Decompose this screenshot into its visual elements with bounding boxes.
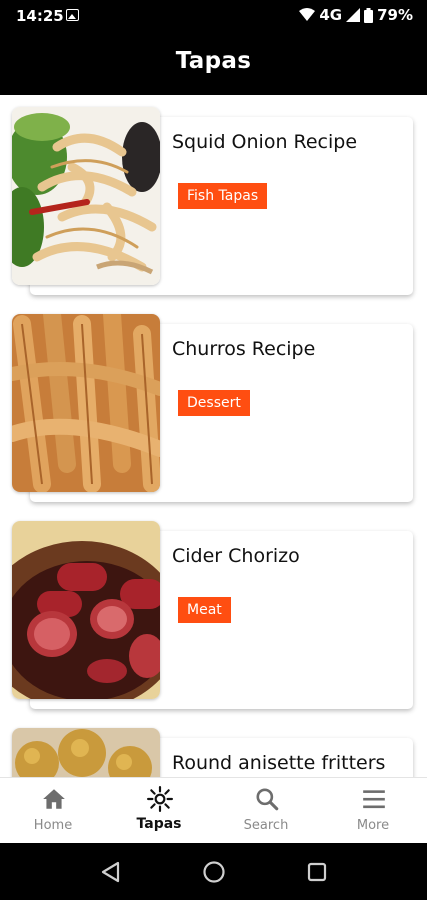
network-type: 4G [319, 6, 343, 24]
battery-level: 79% [377, 6, 413, 24]
recipe-card[interactable]: Round anisette fritters [12, 728, 414, 777]
status-time: 14:25 [16, 7, 64, 25]
nav-home[interactable]: Home [0, 778, 106, 844]
page-title: Tapas [175, 48, 252, 74]
squid-onion-photo[interactable] [12, 107, 160, 285]
nav-label: Tapas [136, 816, 182, 832]
home-icon [43, 789, 65, 809]
nav-label: More [356, 818, 390, 833]
nav-tapas[interactable]: Tapas [106, 778, 212, 844]
recents-icon[interactable] [307, 862, 327, 882]
cider-chorizo-photo[interactable] [12, 521, 160, 699]
tapas-icon [147, 786, 173, 812]
nav-search[interactable]: Search [213, 778, 319, 844]
recipe-card[interactable]: Squid Onion Recipe Fish Tapas [12, 107, 414, 297]
nav-label: Home [33, 818, 73, 833]
system-nav-bar [0, 843, 427, 900]
recipe-title[interactable]: Churros Recipe [172, 338, 315, 360]
recipe-title[interactable]: Round anisette fritters [172, 752, 385, 774]
battery-icon [364, 7, 374, 23]
image-notification-icon [66, 9, 79, 21]
recipe-card[interactable]: Churros Recipe Dessert [12, 314, 414, 504]
home-button-icon[interactable] [202, 860, 226, 884]
search-icon [256, 788, 279, 811]
wifi-icon [299, 8, 316, 21]
recipe-title[interactable]: Cider Chorizo [172, 545, 300, 567]
recipe-category-badge[interactable]: Meat [178, 597, 231, 623]
back-icon[interactable] [100, 861, 120, 883]
bottom-nav: Home Tapas Search More [0, 777, 427, 844]
recipe-category-badge[interactable]: Dessert [178, 390, 250, 416]
signal-icon [346, 8, 361, 22]
app-header: Tapas [0, 32, 427, 95]
churros-photo[interactable] [12, 314, 160, 492]
menu-icon [363, 790, 385, 809]
nav-more[interactable]: More [320, 778, 426, 844]
status-indicators: 4G 79% [299, 6, 413, 24]
recipe-title[interactable]: Squid Onion Recipe [172, 131, 357, 153]
recipe-category-badge[interactable]: Fish Tapas [178, 183, 268, 209]
anisette-fritters-photo[interactable] [12, 728, 160, 777]
status-bar: 14:25 4G 79% [0, 0, 427, 32]
recipe-card[interactable]: Cider Chorizo Meat [12, 521, 414, 711]
recipe-list[interactable]: Squid Onion Recipe Fish Tapas Churros Re… [0, 95, 427, 777]
nav-label: Search [243, 818, 289, 833]
